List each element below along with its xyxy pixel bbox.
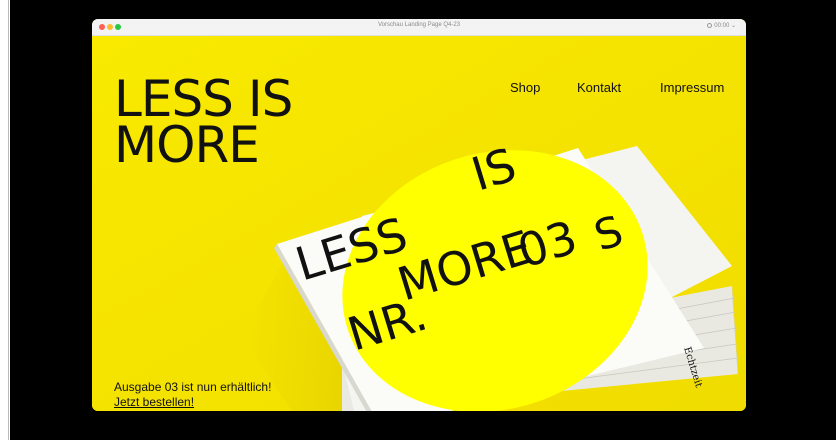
left-edge-strip bbox=[0, 0, 10, 440]
window-clock: 00:00 ⌄ bbox=[707, 22, 736, 29]
nav-link-impressum[interactable]: Impressum bbox=[660, 80, 724, 95]
nav-link-kontakt[interactable]: Kontakt bbox=[577, 80, 621, 95]
clock-icon bbox=[707, 23, 713, 28]
announcement-text: Ausgabe 03 ist nun erhältlich! bbox=[114, 380, 272, 394]
order-now-link[interactable]: Jetzt bestellen! bbox=[114, 395, 271, 410]
issue-announcement: Ausgabe 03 ist nun erhältlich! Jetzt bes… bbox=[114, 380, 271, 410]
landing-page: LESS IS MORE 03 NR. S Echtzeit LESS IS M… bbox=[92, 36, 746, 411]
hero-title-line2: MORE bbox=[114, 116, 260, 174]
chevron-down-icon[interactable]: ⌄ bbox=[731, 23, 736, 29]
nav-link-shop[interactable]: Shop bbox=[510, 80, 540, 95]
window-titlebar: Vorschau Landing Page Q4-23 00:00 ⌄ bbox=[92, 19, 746, 36]
hero-title: LESS IS MORE bbox=[114, 74, 293, 174]
window-time: 00:00 bbox=[714, 23, 730, 29]
browser-window: Vorschau Landing Page Q4-23 00:00 ⌄ LESS… bbox=[92, 19, 746, 411]
window-title: Vorschau Landing Page Q4-23 bbox=[377, 22, 461, 28]
